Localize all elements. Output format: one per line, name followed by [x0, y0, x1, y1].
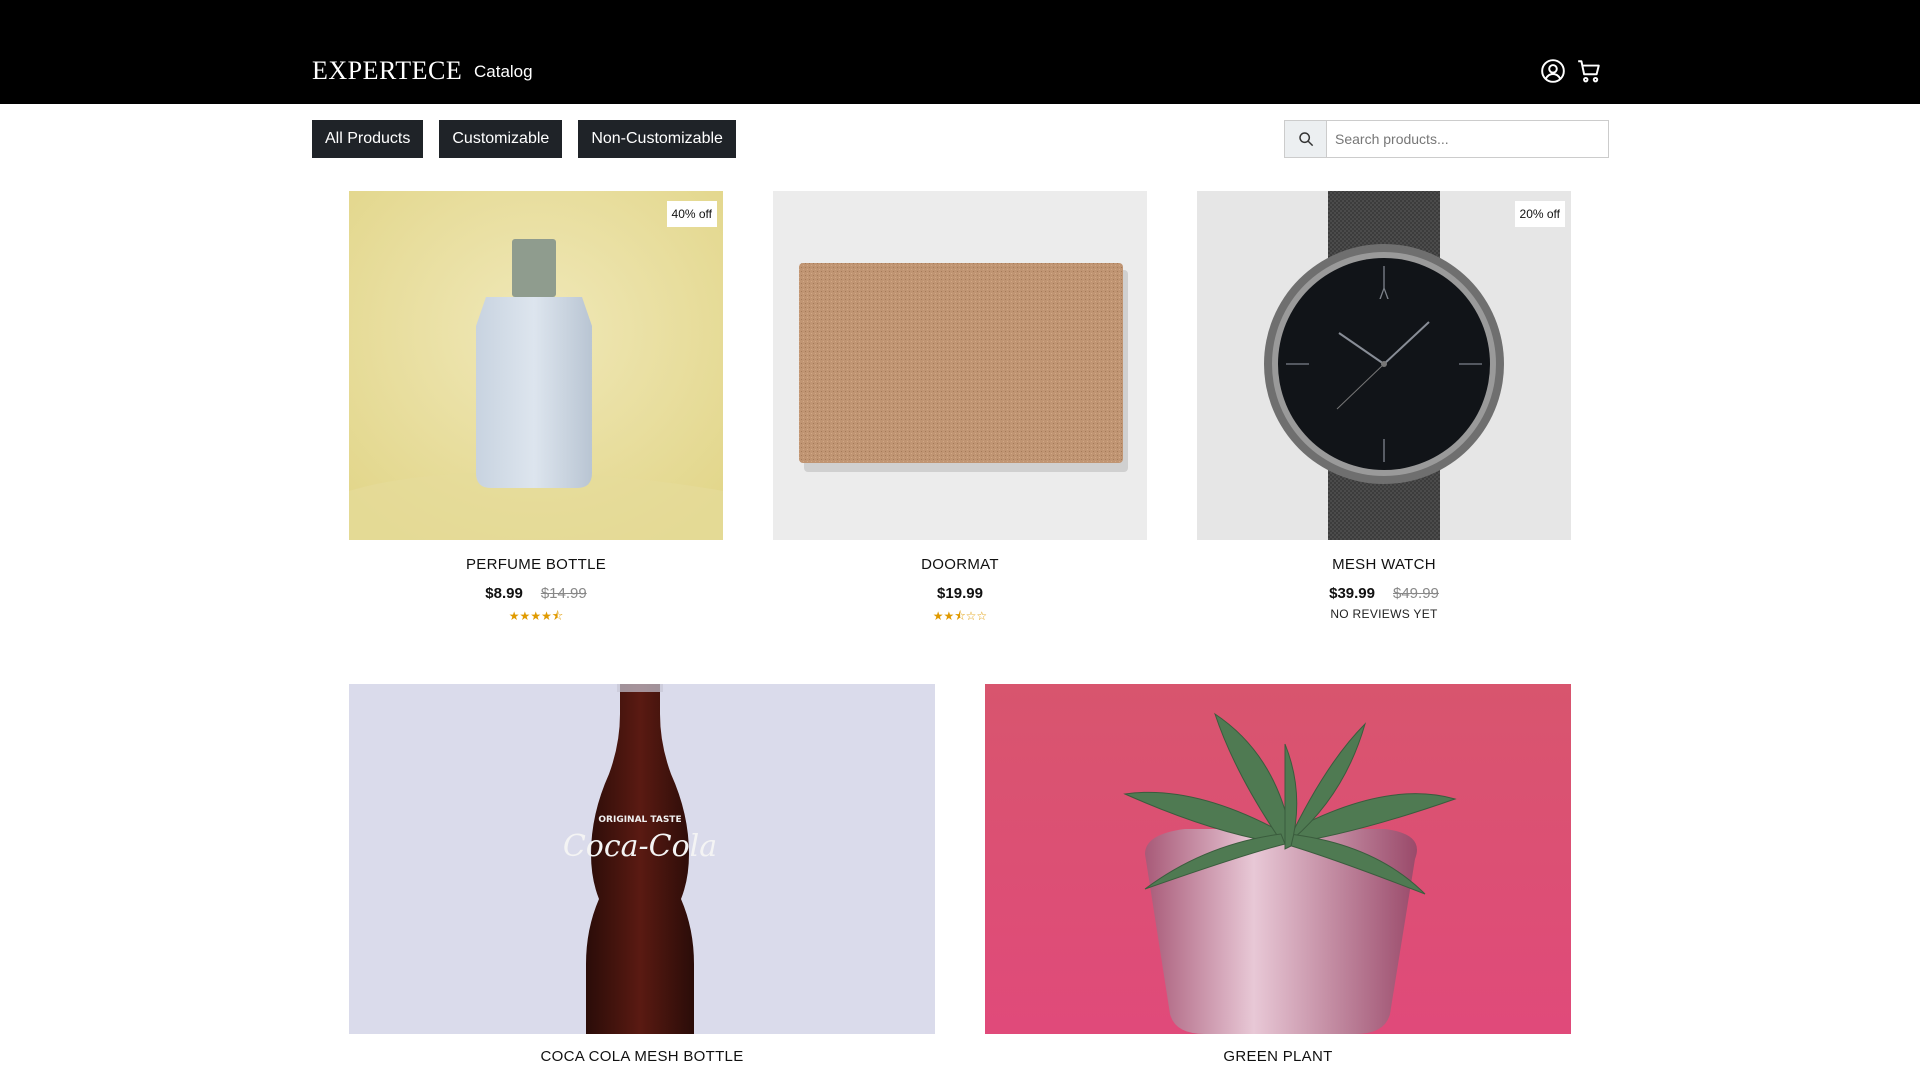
- filter-customizable-button[interactable]: Customizable: [439, 120, 563, 158]
- star-rating: ★★⯪☆☆: [932, 609, 988, 623]
- product-name[interactable]: GREEN PLANT: [985, 1048, 1571, 1065]
- product-price: $19.99: [937, 585, 983, 602]
- product-name[interactable]: DOORMAT: [773, 556, 1147, 573]
- product-card-green-plant[interactable]: GREEN PLANT: [985, 684, 1571, 1080]
- product-name[interactable]: PERFUME BOTTLE: [349, 556, 723, 573]
- discount-badge: 20% off: [1514, 201, 1565, 227]
- product-name[interactable]: MESH WATCH: [1197, 556, 1571, 573]
- user-icon[interactable]: [1540, 58, 1566, 84]
- nav-catalog-link[interactable]: Catalog: [474, 62, 533, 82]
- product-image-coca-cola-mesh-bottle[interactable]: ORIGINAL TASTE Coca-Cola: [349, 684, 935, 1034]
- svg-text:Λ: Λ: [1379, 287, 1389, 303]
- price-row: $19.99: [773, 585, 1147, 602]
- filter-all-products-button[interactable]: All Products: [312, 120, 424, 158]
- price-row: $8.99 $14.99: [349, 585, 723, 602]
- search-icon[interactable]: [1285, 121, 1327, 157]
- top-header: EXPERTECE Catalog: [0, 0, 1920, 104]
- product-name[interactable]: COCA COLA MESH BOTTLE: [349, 1048, 935, 1065]
- site-logo[interactable]: EXPERTECE: [312, 56, 462, 86]
- product-card-mesh-watch[interactable]: Λ 20% off MESH WATCH $39.99 $49.99 NO RE…: [1197, 191, 1571, 631]
- product-image-green-plant[interactable]: [985, 684, 1571, 1034]
- search-box: [1284, 120, 1609, 158]
- filter-non-customizable-button[interactable]: Non-Customizable: [578, 120, 736, 158]
- filter-bar: All Products Customizable Non-Customizab…: [312, 120, 736, 158]
- discount-badge: 40% off: [666, 201, 717, 227]
- product-old-price: $14.99: [540, 585, 587, 602]
- cart-icon[interactable]: [1576, 58, 1602, 84]
- product-old-price: $49.99: [1393, 585, 1439, 602]
- svg-text:Coca-Cola: Coca-Cola: [563, 829, 717, 864]
- price-row: $39.99 $49.99: [1197, 585, 1571, 602]
- search-input[interactable]: [1327, 121, 1608, 157]
- product-price: $8.99: [485, 585, 523, 602]
- product-card-coca-cola-mesh-bottle[interactable]: ORIGINAL TASTE Coca-Cola COCA COLA MESH …: [349, 684, 935, 1080]
- product-card-perfume-bottle[interactable]: 40% off PERFUME BOTTLE $8.99 $14.99 ★★★★…: [349, 191, 723, 631]
- svg-text:ORIGINAL TASTE: ORIGINAL TASTE: [598, 815, 681, 825]
- no-reviews-text: NO REVIEWS YET: [1330, 607, 1438, 621]
- product-image-doormat[interactable]: [773, 191, 1147, 540]
- star-rating: ★★★★⯪: [508, 609, 564, 623]
- product-card-doormat[interactable]: DOORMAT $19.99 ★★⯪☆☆: [773, 191, 1147, 631]
- product-price: $39.99: [1329, 585, 1375, 602]
- product-image-perfume-bottle[interactable]: 40% off: [349, 191, 723, 540]
- product-image-mesh-watch[interactable]: Λ 20% off: [1197, 191, 1571, 540]
